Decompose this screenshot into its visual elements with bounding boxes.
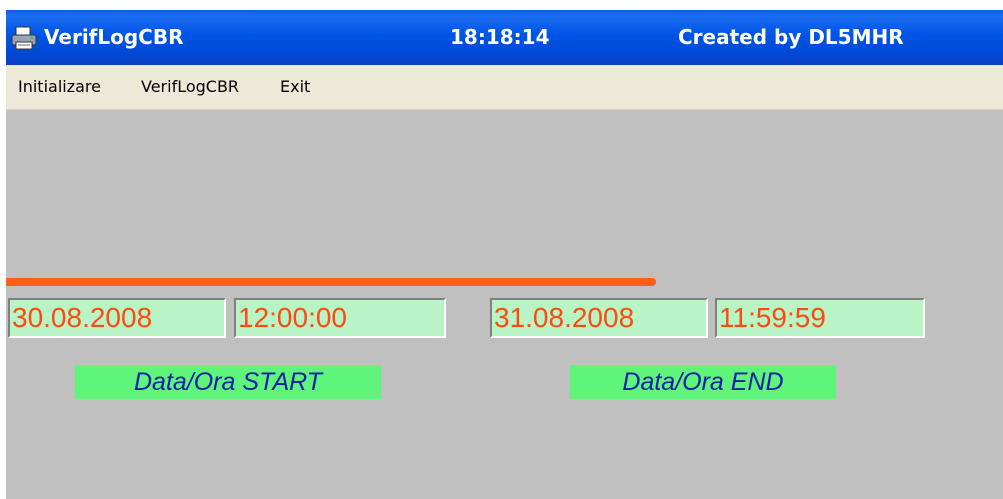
start-time-field[interactable]: 12:00:00 bbox=[234, 298, 446, 338]
app-window: VerifLogCBR 18:18:14 Created by DL5MHR I… bbox=[6, 10, 1003, 499]
menu-veriflogcbr[interactable]: VerifLogCBR bbox=[139, 77, 241, 96]
title-clock: 18:18:14 bbox=[450, 25, 550, 49]
progress-divider-line bbox=[6, 278, 656, 286]
window-title: VerifLogCBR bbox=[44, 25, 184, 49]
title-credit: Created by DL5MHR bbox=[678, 25, 904, 49]
printer-app-icon[interactable] bbox=[10, 25, 38, 51]
menu-initializare[interactable]: Initializare bbox=[16, 77, 103, 96]
menu-exit[interactable]: Exit bbox=[278, 77, 312, 96]
title-bar[interactable]: VerifLogCBR 18:18:14 Created by DL5MHR bbox=[6, 10, 1003, 65]
start-date-field[interactable]: 30.08.2008 bbox=[8, 298, 226, 338]
start-label: Data/Ora START bbox=[75, 365, 381, 399]
menu-bar: Initializare VerifLogCBR Exit bbox=[6, 65, 1003, 110]
end-time-field[interactable]: 11:59:59 bbox=[715, 298, 925, 338]
end-label: Data/Ora END bbox=[570, 365, 836, 399]
end-date-field[interactable]: 31.08.2008 bbox=[490, 298, 708, 338]
